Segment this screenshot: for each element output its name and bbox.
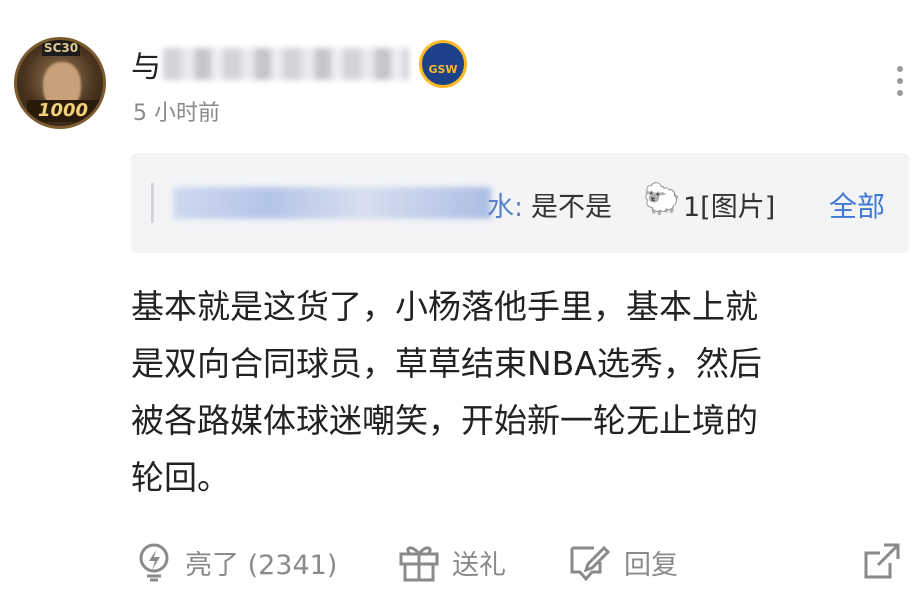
body-line: 是双向合同球员，草草结束NBA选秀，然后 (131, 344, 762, 383)
reply-label: 回复 (624, 549, 678, 581)
quoted-reply[interactable]: 水: 是不是 🐑 1[图片] 全部 (131, 153, 909, 253)
like-label: 亮了 (2341) (185, 549, 338, 581)
gift-label: 送礼 (452, 549, 506, 581)
body-line: 被各路媒体球迷嘲笑，开始新一轮无止境的 (131, 401, 758, 440)
share-icon[interactable] (862, 541, 902, 581)
quote-text: 是不是 (531, 192, 612, 223)
avatar-bottom-badge: 1000 (27, 100, 99, 122)
gift-button[interactable]: 送礼 (398, 540, 506, 584)
reply-button[interactable]: 回复 (566, 540, 678, 584)
avatar-top-badge: SC30 (42, 40, 80, 56)
quote-username-suffix: 水: (487, 192, 524, 223)
reply-edit-icon (570, 545, 611, 582)
more-options-icon[interactable] (890, 62, 910, 108)
quote-text-after: 1[图片] (683, 192, 776, 223)
post-time: 5 小时前 (133, 101, 220, 126)
team-badge-label: GSW (428, 62, 458, 76)
quote-username-blurred (173, 187, 491, 219)
body-line: 基本就是这货了，小杨落他手里，基本上就 (131, 287, 758, 326)
body-line: 轮回。 (131, 458, 230, 497)
team-badge-icon: GSW (419, 40, 467, 88)
username-blurred (163, 48, 409, 80)
sheep-icon: 🐑 (643, 182, 681, 217)
gift-icon (399, 546, 439, 582)
view-all-link[interactable]: 全部 (829, 185, 885, 225)
lightbulb-icon (139, 543, 169, 582)
user-avatar[interactable]: SC30 1000 (14, 37, 106, 129)
username[interactable]: 与 (131, 42, 161, 86)
like-button[interactable]: 亮了 (2341) (135, 540, 337, 584)
post-body: 基本就是这货了，小杨落他手里，基本上就 是双向合同球员，草草结束NBA选秀，然后… (131, 278, 901, 506)
quote-bar (151, 183, 154, 223)
